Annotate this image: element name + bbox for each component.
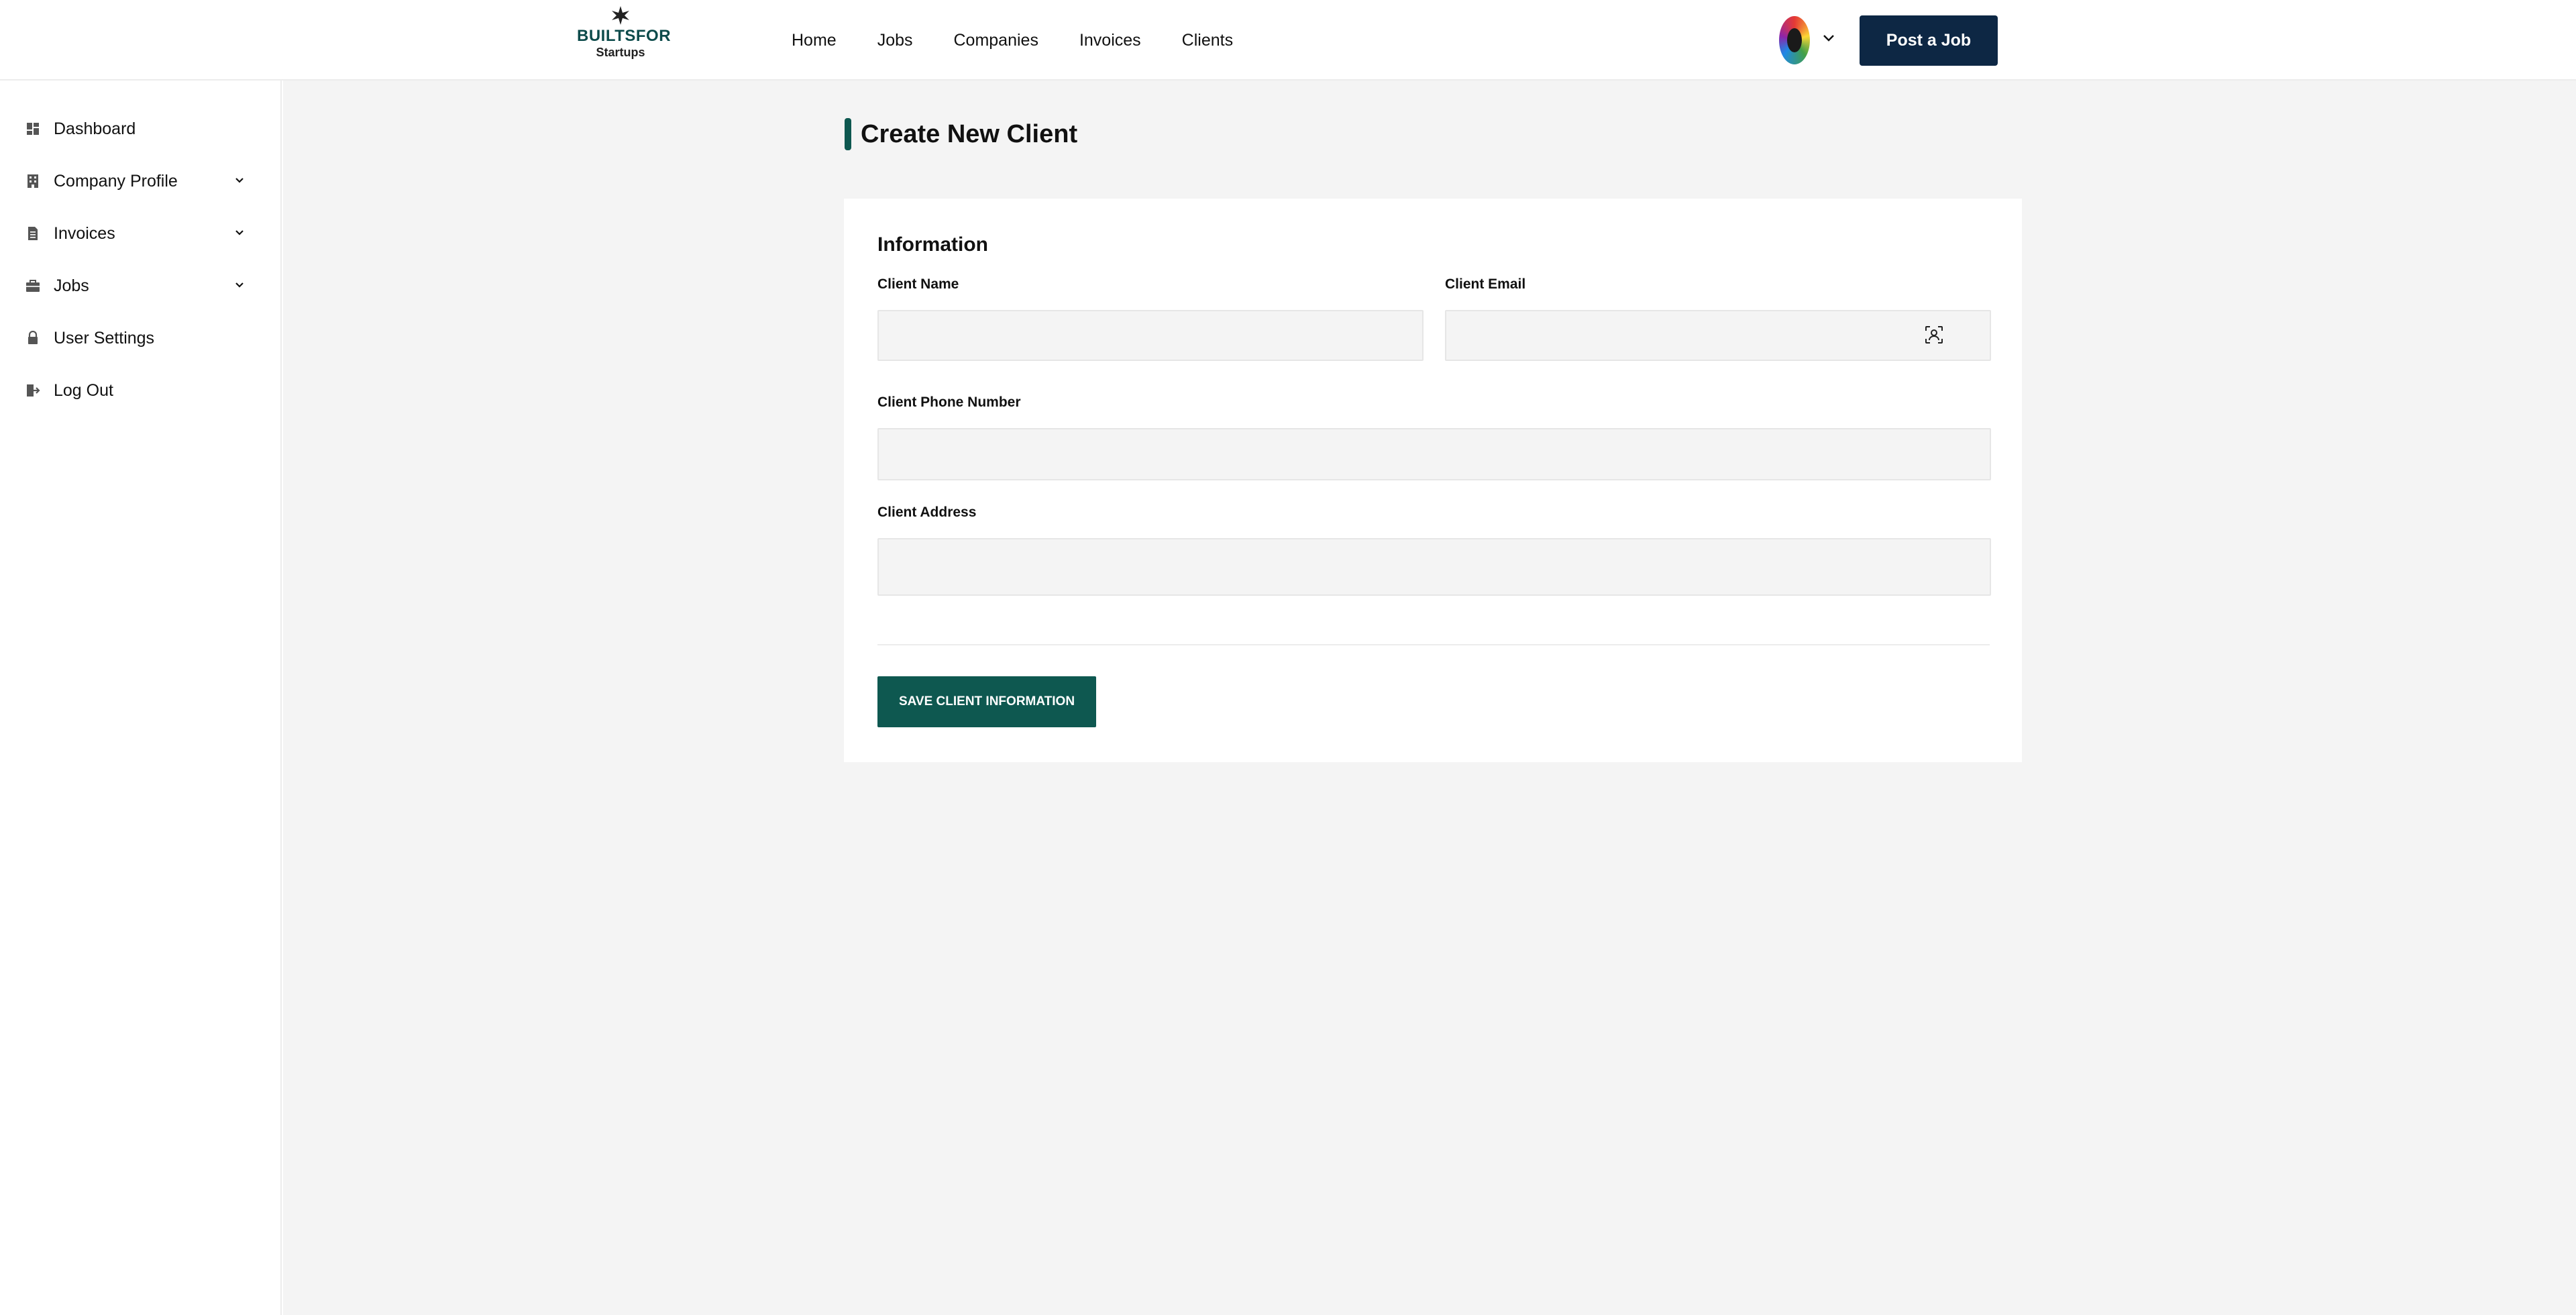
nav-companies[interactable]: Companies <box>954 31 1038 50</box>
sidebar-item-label: User Settings <box>54 328 155 348</box>
client-form-card: Information Client Name Client Email Cli… <box>844 199 2022 762</box>
logout-icon <box>27 384 40 397</box>
sidebar-item-label: Log Out <box>54 380 113 400</box>
client-name-input[interactable] <box>877 310 1424 361</box>
client-email-label: Client Email <box>1445 276 1526 292</box>
sidebar-item-invoices[interactable]: Invoices <box>25 220 254 247</box>
post-job-button[interactable]: Post a Job <box>1860 15 1998 66</box>
sidebar-item-label: Company Profile <box>54 171 178 191</box>
sidebar-item-label: Invoices <box>54 223 115 243</box>
sidebar-item-jobs[interactable]: Jobs <box>25 272 254 299</box>
autofill-scan-icon[interactable] <box>1924 325 1944 345</box>
sidebar-item-user-settings[interactable]: User Settings <box>25 325 254 352</box>
client-phone-label: Client Phone Number <box>877 394 1021 410</box>
page-title: Create New Client <box>861 119 1078 148</box>
client-address-input[interactable] <box>877 538 1991 596</box>
client-email-input[interactable] <box>1445 310 1991 361</box>
chevron-down-icon[interactable] <box>1821 30 1837 46</box>
nav-home[interactable]: Home <box>792 31 837 50</box>
briefcase-icon <box>26 280 40 292</box>
top-header: BUILTSFOR Startups Home Jobs Companies I… <box>0 0 2576 81</box>
logo-text-top: BUILTSFOR <box>577 27 672 45</box>
sidebar-item-dashboard[interactable]: Dashboard <box>25 115 254 142</box>
nav-clients[interactable]: Clients <box>1182 31 1233 50</box>
dashboard-icon <box>27 123 39 135</box>
lock-icon <box>28 331 38 344</box>
chevron-down-icon[interactable] <box>232 225 247 240</box>
building-icon <box>28 174 38 188</box>
client-name-label: Client Name <box>877 276 959 292</box>
form-divider <box>877 644 1990 645</box>
document-icon <box>28 227 38 240</box>
star-logo-icon <box>612 6 629 25</box>
chevron-down-icon[interactable] <box>232 278 247 293</box>
client-address-label: Client Address <box>877 505 977 520</box>
nav-invoices[interactable]: Invoices <box>1079 31 1141 50</box>
section-title: Information <box>877 233 988 256</box>
main-content: Create New Client Information Client Nam… <box>283 81 2576 1315</box>
save-client-button[interactable]: SAVE CLIENT INFORMATION <box>877 676 1096 727</box>
avatar[interactable] <box>1779 16 1810 64</box>
title-accent-bar <box>845 118 851 150</box>
logo-text-bottom: Startups <box>596 46 645 59</box>
page-header: Create New Client <box>845 117 1077 151</box>
sidebar-item-label: Jobs <box>54 276 89 295</box>
client-phone-input[interactable] <box>877 428 1991 480</box>
main-nav: Home Jobs Companies Invoices Clients <box>792 0 1274 81</box>
sidebar-item-log-out[interactable]: Log Out <box>25 377 254 404</box>
logo[interactable]: BUILTSFOR Startups <box>577 5 672 66</box>
nav-jobs[interactable]: Jobs <box>877 31 913 50</box>
sidebar-item-company-profile[interactable]: Company Profile <box>25 168 254 195</box>
sidebar: Dashboard Company Profile Invoices Jobs … <box>0 81 282 1315</box>
chevron-down-icon[interactable] <box>232 173 247 188</box>
sidebar-item-label: Dashboard <box>54 119 136 138</box>
